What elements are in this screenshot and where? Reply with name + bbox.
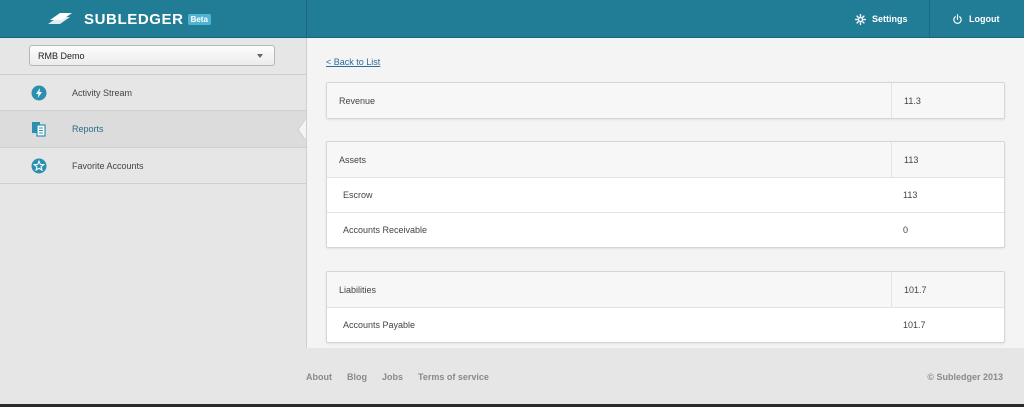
sidebar: RMB Demo Activity Stream Reports Favorit… [0, 38, 307, 185]
header-divider [306, 0, 307, 38]
revenue-panel: Revenue 11.3 [326, 82, 1005, 119]
back-to-list-link[interactable]: < Back to List [326, 57, 380, 67]
reports-icon [32, 122, 46, 137]
sidebar-item-favorite-accounts[interactable]: Favorite Accounts [0, 147, 306, 184]
row-label: Revenue [339, 95, 376, 106]
footer-links: About Blog Jobs Terms of service [306, 372, 504, 382]
sidebar-item-activity-stream[interactable]: Activity Stream [0, 74, 306, 111]
footer-link-blog[interactable]: Blog [347, 372, 367, 382]
row-label: Accounts Receivable [343, 225, 428, 235]
gear-icon [855, 13, 866, 25]
brand-logo[interactable]: SUBLEDGER Beta [46, 8, 211, 30]
logout-label: Logout [969, 14, 1000, 24]
assets-panel: Assets 113 Escrow 113 Accounts Receivabl… [326, 141, 1005, 248]
row-label: Escrow [343, 190, 373, 200]
sidebar-item-reports[interactable]: Reports [0, 110, 307, 147]
settings-label: Settings [872, 14, 908, 24]
account-select[interactable]: RMB Demo [29, 45, 275, 66]
sidebar-item-label: Activity Stream [72, 88, 133, 98]
liabilities-panel: Liabilities 101.7 Accounts Payable 101.7 [326, 271, 1005, 343]
row-value: 113 [891, 142, 1005, 177]
table-row[interactable]: Escrow 113 [327, 177, 1004, 212]
sidebar-item-label: Reports [72, 124, 104, 134]
chevron-down-icon [257, 54, 263, 58]
row-value: 101.7 [903, 320, 926, 330]
row-value: 0 [903, 225, 909, 235]
sidebar-item-label: Favorite Accounts [72, 160, 144, 171]
table-row[interactable]: Liabilities 101.7 [327, 272, 1004, 307]
table-row[interactable]: Assets 113 [327, 142, 1004, 177]
row-label: Accounts Payable [343, 320, 416, 330]
top-bar: SUBLEDGER Beta Settings Logout [0, 0, 1024, 38]
row-label: Liabilities [339, 284, 377, 295]
table-row[interactable]: Accounts Payable 101.7 [327, 307, 1004, 342]
row-value: 11.3 [891, 83, 1005, 118]
footer: About Blog Jobs Terms of service © Suble… [306, 348, 1024, 407]
main-content: < Back to List Revenue 11.3 Assets 113 E… [306, 38, 1024, 348]
header-divider [929, 0, 930, 38]
footer-link-about[interactable]: About [306, 372, 332, 382]
brand-name: SUBLEDGER [84, 10, 184, 28]
star-icon [31, 158, 47, 173]
lightning-icon [31, 85, 47, 101]
footer-link-terms[interactable]: Terms of service [418, 372, 489, 382]
account-select-value: RMB Demo [38, 50, 85, 61]
logo-icon [48, 13, 72, 24]
row-value: 113 [903, 190, 918, 200]
table-row[interactable]: Accounts Receivable 0 [327, 212, 1004, 247]
power-icon [953, 13, 962, 24]
copyright: © Subledger 2013 [927, 372, 1003, 382]
table-row[interactable]: Revenue 11.3 [327, 83, 1004, 118]
logout-button[interactable]: Logout [952, 0, 1000, 38]
row-label: Assets [339, 154, 367, 165]
footer-link-jobs[interactable]: Jobs [382, 372, 403, 382]
settings-button[interactable]: Settings [855, 0, 908, 38]
beta-badge: Beta [187, 13, 211, 25]
row-value: 101.7 [891, 272, 1005, 307]
